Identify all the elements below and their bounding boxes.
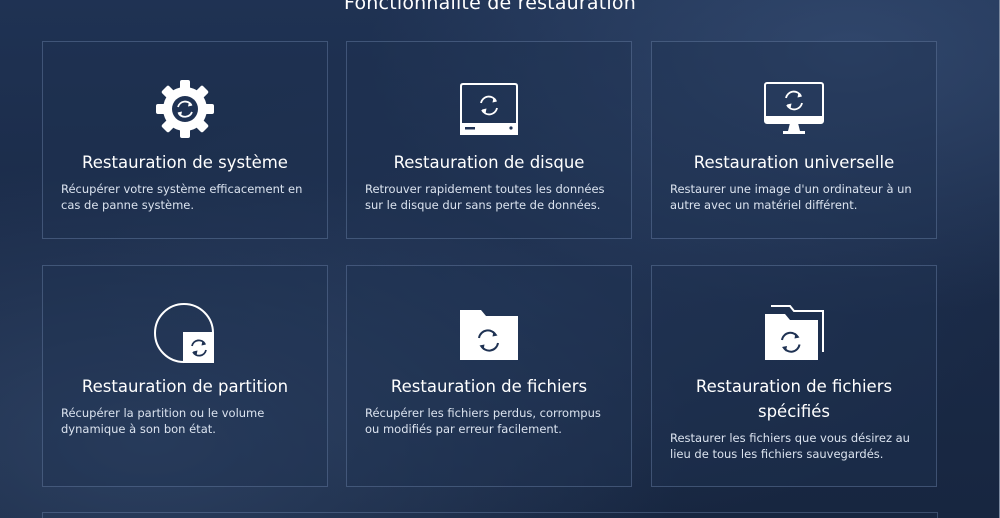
- card-system-restore[interactable]: Restauration de système Récupérer votre …: [42, 41, 328, 239]
- card-description: Retrouver rapidement toutes les données …: [365, 182, 605, 212]
- card-files-restore[interactable]: Restauration de fichiers Récupérer les f…: [346, 265, 632, 487]
- card-title: Restauration de disque: [393, 153, 585, 172]
- disk-restore-icon: [347, 76, 631, 142]
- card-description: Récupérer la partition ou le volume dyna…: [61, 406, 265, 436]
- section-title: Fonctionnalité de restauration: [344, 0, 636, 14]
- partition-restore-icon: [43, 300, 327, 366]
- card-disk-restore[interactable]: Restauration de disque Retrouver rapidem…: [346, 41, 632, 239]
- card-title: Restauration de fichiers: [390, 377, 588, 396]
- card-description: Restaurer une image d'un ordinateur à un…: [670, 182, 912, 212]
- monitor-restore-icon: [652, 76, 936, 142]
- folders-restore-icon: [652, 300, 936, 366]
- card-partition-restore[interactable]: Restauration de partition Récupérer la p…: [42, 265, 328, 487]
- next-section-edge: [42, 512, 938, 518]
- card-universal-restore[interactable]: Restauration universelle Restaurer une i…: [651, 41, 937, 239]
- card-title: Restauration de fichiers spécifiés: [695, 377, 893, 421]
- gear-restore-icon: [43, 76, 327, 142]
- card-title: Restauration de partition: [81, 377, 289, 396]
- folder-restore-icon: [347, 300, 631, 366]
- card-description: Restaurer les fichiers que vous désirez …: [670, 431, 910, 461]
- card-specified-files-restore[interactable]: Restauration de fichiers spécifiés Resta…: [651, 265, 937, 487]
- card-title: Restauration universelle: [693, 153, 895, 172]
- card-title: Restauration de système: [82, 153, 288, 172]
- card-description: Récupérer les fichiers perdus, corrompus…: [365, 406, 601, 436]
- card-description: Récupérer votre système efficacement en …: [61, 182, 303, 212]
